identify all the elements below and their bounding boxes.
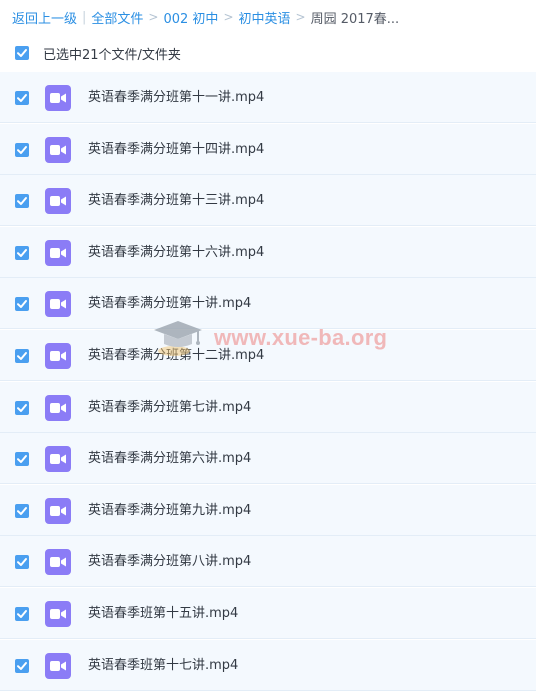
breadcrumb-current: 周园 2017春...: [310, 11, 400, 27]
checkmark-icon: [17, 352, 27, 360]
file-name[interactable]: 英语春季满分班第十二讲.mp4: [88, 330, 264, 381]
chevron-right-icon: >: [223, 10, 234, 24]
file-name[interactable]: 英语春季满分班第八讲.mp4: [88, 536, 251, 587]
file-name[interactable]: 英语春季满分班第十讲.mp4: [88, 278, 251, 329]
checkmark-icon: [17, 94, 27, 102]
file-name[interactable]: 英语春季满分班第七讲.mp4: [88, 382, 251, 433]
breadcrumb-folder-002[interactable]: 002 初中: [163, 8, 218, 27]
selection-count-label: 已选中21个文件/文件夹: [43, 47, 181, 63]
video-file-icon: [45, 239, 71, 266]
checkmark-icon: [17, 49, 27, 57]
file-name[interactable]: 英语春季满分班第十六讲.mp4: [88, 227, 264, 278]
file-checkbox[interactable]: [15, 194, 29, 209]
video-file-icon: [45, 652, 71, 679]
file-checkbox[interactable]: [15, 91, 29, 105]
chevron-right-icon: >: [295, 10, 306, 24]
file-checkbox[interactable]: [15, 452, 29, 467]
file-name[interactable]: 英语春季满分班第十四讲.mp4: [88, 124, 264, 175]
file-name[interactable]: 英语春季满分班第十一讲.mp4: [88, 72, 264, 123]
selection-bar: 已选中21个文件/文件夹: [0, 37, 536, 69]
file-name[interactable]: 英语春季满分班第十三讲.mp4: [88, 175, 264, 226]
back-link[interactable]: 返回上一级: [12, 8, 77, 27]
file-checkbox[interactable]: [15, 400, 29, 415]
video-file-icon: [45, 601, 71, 627]
file-checkbox[interactable]: [15, 245, 29, 260]
file-checkbox[interactable]: [15, 503, 29, 518]
file-row[interactable]: 英语春季满分班第七讲.mp4: [0, 381, 536, 433]
breadcrumb-divider: |: [82, 9, 87, 25]
file-row[interactable]: 英语春季满分班第十讲.mp4: [0, 278, 536, 330]
file-name[interactable]: 英语春季班第十五讲.mp4: [88, 588, 238, 639]
file-name[interactable]: 英语春季满分班第六讲.mp4: [88, 433, 251, 484]
checkmark-icon: [17, 558, 27, 567]
file-checkbox[interactable]: [15, 297, 29, 312]
video-file-icon: [45, 85, 71, 111]
breadcrumb-all-files[interactable]: 全部文件: [91, 8, 143, 27]
checkmark-icon: [17, 661, 27, 670]
breadcrumb-folder-english[interactable]: 初中英语: [239, 8, 291, 27]
chevron-right-icon: >: [148, 10, 159, 24]
file-row[interactable]: 英语春季满分班第九讲.mp4: [0, 484, 536, 536]
breadcrumb: 返回上一级 | 全部文件 > 002 初中 > 初中英语 > 周园 2017春.…: [12, 7, 399, 27]
video-file-icon: [45, 549, 71, 576]
checkmark-icon: [17, 403, 27, 412]
checkmark-icon: [17, 197, 27, 206]
file-row[interactable]: 英语春季满分班第十三讲.mp4: [0, 175, 536, 227]
file-row[interactable]: 英语春季满分班第十六讲.mp4: [0, 226, 536, 278]
video-file-icon: [45, 291, 71, 318]
file-checkbox[interactable]: [15, 142, 29, 157]
file-row[interactable]: 英语春季满分班第六讲.mp4: [0, 433, 536, 485]
checkmark-icon: [17, 300, 27, 309]
file-name[interactable]: 英语春季满分班第九讲.mp4: [88, 485, 251, 536]
video-file-icon: [45, 394, 71, 421]
file-name[interactable]: 英语春季班第十七讲.mp4: [88, 640, 238, 691]
checkmark-icon: [17, 145, 27, 154]
video-file-icon: [45, 188, 71, 215]
file-checkbox[interactable]: [15, 658, 29, 673]
checkmark-icon: [17, 610, 27, 618]
file-row[interactable]: 英语春季满分班第十二讲.mp4: [0, 330, 536, 381]
file-row[interactable]: 英语春季班第十七讲.mp4: [0, 639, 536, 691]
file-checkbox[interactable]: [15, 555, 29, 570]
video-file-icon: [45, 343, 71, 369]
checkmark-icon: [17, 248, 27, 257]
video-file-icon: [45, 446, 71, 473]
checkmark-icon: [17, 506, 27, 515]
select-all-checkbox[interactable]: [15, 46, 29, 60]
checkmark-icon: [17, 455, 27, 464]
file-row[interactable]: 英语春季班第十五讲.mp4: [0, 588, 536, 639]
file-row[interactable]: 英语春季满分班第八讲.mp4: [0, 536, 536, 588]
video-file-icon: [45, 497, 71, 524]
file-row[interactable]: 英语春季满分班第十四讲.mp4: [0, 123, 536, 175]
video-file-icon: [45, 136, 71, 163]
file-checkbox[interactable]: [15, 349, 29, 363]
file-checkbox[interactable]: [15, 607, 29, 621]
file-row[interactable]: 英语春季满分班第十一讲.mp4: [0, 72, 536, 123]
